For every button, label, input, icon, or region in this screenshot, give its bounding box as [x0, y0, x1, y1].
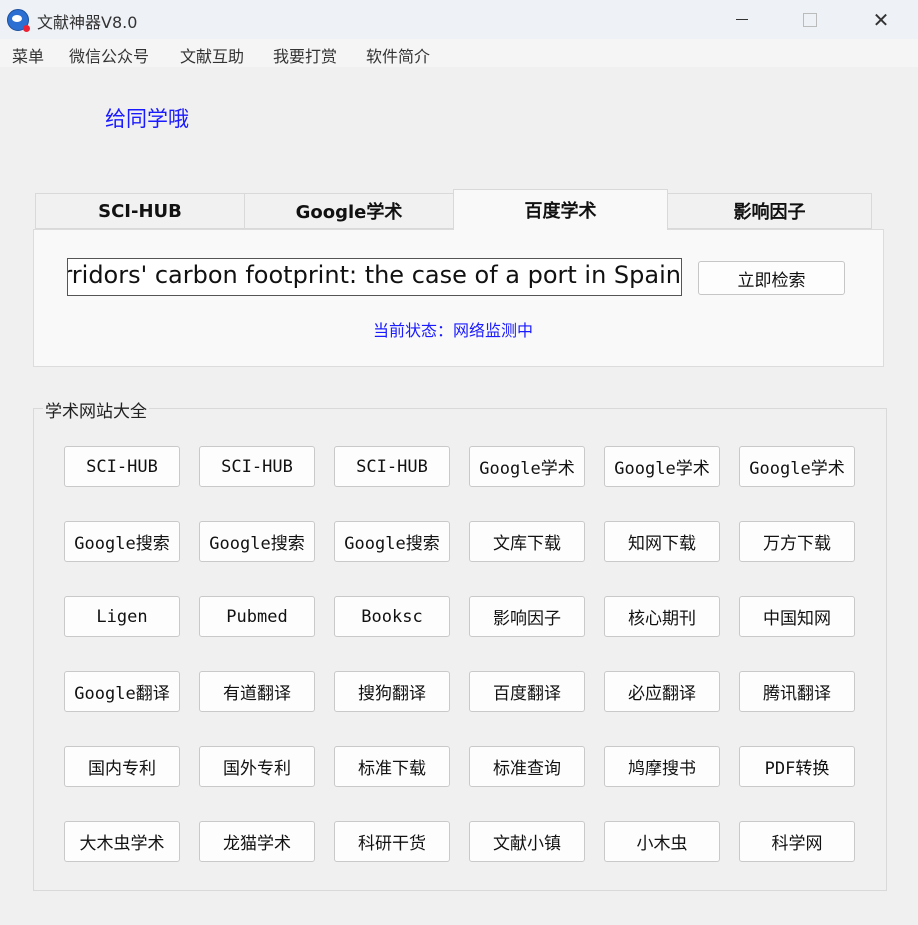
close-icon: ✕: [872, 7, 890, 32]
site-button[interactable]: 龙猫学术: [199, 821, 315, 862]
scrolling-notice: 给同学哦: [105, 107, 189, 131]
title-bar: 文献神器V8.0 ✕: [0, 0, 918, 39]
menu-item-donate[interactable]: 我要打赏: [273, 43, 337, 67]
site-button[interactable]: SCI-HUB: [199, 446, 315, 487]
minimize-icon: [736, 19, 748, 20]
site-button[interactable]: 知网下载: [604, 521, 720, 562]
status-text: 当前状态：网络监测中: [373, 321, 534, 340]
maximize-button[interactable]: [787, 0, 833, 39]
close-button[interactable]: ✕: [858, 0, 904, 39]
site-button[interactable]: 科学网: [739, 821, 855, 862]
window-title: 文献神器V8.0: [37, 13, 138, 32]
site-button[interactable]: 搜狗翻译: [334, 671, 450, 712]
site-button[interactable]: Google学术: [739, 446, 855, 487]
tab-panel: [33, 229, 884, 367]
menu-item-menu[interactable]: 菜单: [12, 43, 44, 67]
site-button[interactable]: Google搜索: [199, 521, 315, 562]
site-button[interactable]: 鸠摩搜书: [604, 746, 720, 787]
site-button[interactable]: 中国知网: [739, 596, 855, 637]
tab-sci-hub[interactable]: SCI-HUB: [35, 193, 245, 229]
group-title: 学术网站大全: [43, 397, 149, 422]
maximize-icon: [803, 12, 817, 27]
site-button[interactable]: 有道翻译: [199, 671, 315, 712]
search-button[interactable]: 立即检索: [698, 261, 845, 295]
site-button[interactable]: Google搜索: [64, 521, 180, 562]
site-button[interactable]: 腾讯翻译: [739, 671, 855, 712]
site-button[interactable]: Google搜索: [334, 521, 450, 562]
site-button[interactable]: 文库下载: [469, 521, 585, 562]
site-button[interactable]: 国外专利: [199, 746, 315, 787]
search-input-value: corridors' carbon footprint: the case of…: [67, 261, 681, 289]
site-button[interactable]: 文献小镇: [469, 821, 585, 862]
site-button[interactable]: 核心期刊: [604, 596, 720, 637]
menu-bar: 菜单 微信公众号 文献互助 我要打赏 软件简介: [0, 39, 918, 67]
site-button[interactable]: Ligen: [64, 596, 180, 637]
site-button[interactable]: 标准下载: [334, 746, 450, 787]
site-button[interactable]: 影响因子: [469, 596, 585, 637]
tab-baidu-scholar[interactable]: 百度学术: [453, 189, 668, 230]
site-button[interactable]: 小木虫: [604, 821, 720, 862]
site-button[interactable]: Google学术: [604, 446, 720, 487]
search-input[interactable]: corridors' carbon footprint: the case of…: [67, 258, 682, 296]
site-button[interactable]: 万方下载: [739, 521, 855, 562]
site-button[interactable]: 百度翻译: [469, 671, 585, 712]
site-button[interactable]: PDF转换: [739, 746, 855, 787]
site-button[interactable]: Google翻译: [64, 671, 180, 712]
menu-item-wechat[interactable]: 微信公众号: [69, 43, 149, 67]
tab-impact-factor[interactable]: 影响因子: [667, 193, 872, 229]
site-button[interactable]: Booksc: [334, 596, 450, 637]
menu-item-mutual-help[interactable]: 文献互助: [180, 43, 244, 67]
site-button[interactable]: 大木虫学术: [64, 821, 180, 862]
app-icon: [7, 9, 30, 32]
tab-google-scholar[interactable]: Google学术: [244, 193, 454, 229]
site-button[interactable]: Google学术: [469, 446, 585, 487]
site-button[interactable]: Pubmed: [199, 596, 315, 637]
site-button[interactable]: SCI-HUB: [64, 446, 180, 487]
site-button[interactable]: 科研干货: [334, 821, 450, 862]
minimize-button[interactable]: [719, 0, 765, 39]
site-button[interactable]: 国内专利: [64, 746, 180, 787]
site-button[interactable]: 标准查询: [469, 746, 585, 787]
site-button[interactable]: 必应翻译: [604, 671, 720, 712]
site-button[interactable]: SCI-HUB: [334, 446, 450, 487]
menu-item-about[interactable]: 软件简介: [366, 43, 430, 67]
